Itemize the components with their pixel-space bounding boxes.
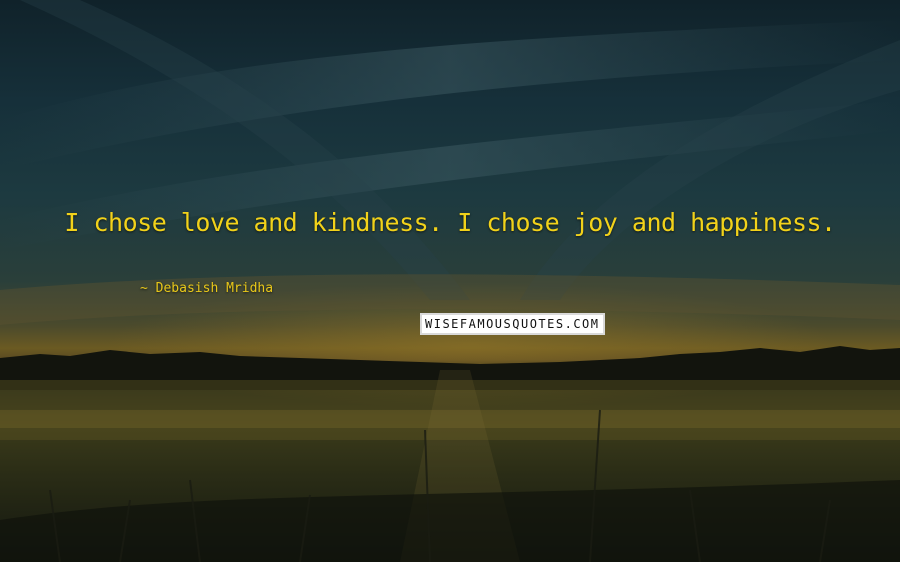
author-name: Debasish Mridha — [155, 281, 274, 296]
distant-treeline — [0, 346, 900, 390]
lake-reflection — [0, 370, 900, 562]
quote-text: I chose love and kindness. I chose joy a… — [64, 208, 836, 237]
quote-image: I chose love and kindness. I chose joy a… — [0, 0, 900, 562]
quote-author: ~ Debasish Mridha — [140, 281, 274, 296]
cloud-streaks — [0, 0, 900, 325]
site-watermark: WISEFAMOUSQUOTES.COM — [420, 313, 605, 335]
